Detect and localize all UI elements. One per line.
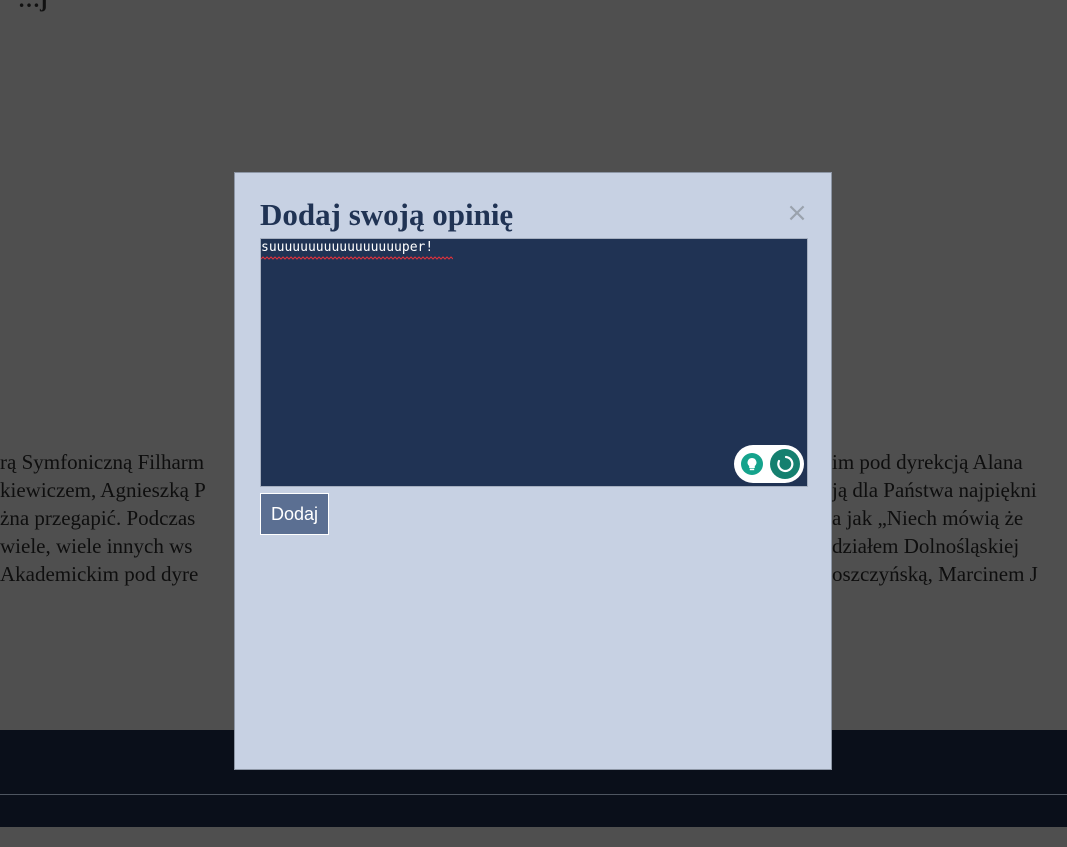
- article-line-right-1: im pod dyrekcją Alana: [832, 450, 1023, 474]
- article-line-left-1: rą Symfoniczną Filharm: [0, 450, 205, 474]
- footer-divider: [0, 794, 1067, 795]
- modal-title: Dodaj swoją opinię: [260, 197, 514, 232]
- page-background: …j rą Symfoniczną Filharm kiewiczem, Agn…: [0, 0, 1067, 847]
- article-line-right-2: ją dla Państwa najpiękni: [832, 478, 1037, 502]
- opinion-textarea[interactable]: [260, 238, 808, 487]
- article-line-right-5: oszczyńską, Marcinem J: [832, 562, 1038, 586]
- add-opinion-modal: Dodaj swoją opinię × suuuuuuuuuuuuuuuuup…: [234, 172, 832, 770]
- lightbulb-icon[interactable]: [741, 453, 763, 475]
- article-line-left-2: kiewiczem, Agnieszką P: [0, 478, 206, 502]
- article-line-left-4: wiele, wiele innych ws: [0, 534, 193, 558]
- add-opinion-button[interactable]: Dodaj: [260, 493, 329, 535]
- article-line-right-4: działem Dolnośląskiej: [832, 534, 1020, 558]
- article-line-left-5: Akademickim pod dyre: [0, 562, 199, 586]
- writing-assistant-widget[interactable]: [734, 445, 804, 483]
- footer-bottom-strip: [0, 827, 1067, 847]
- background-heading: …j: [18, 0, 47, 13]
- assistant-status-icon[interactable]: [770, 449, 800, 479]
- close-icon[interactable]: ×: [785, 199, 809, 227]
- article-line-right-3: a jak „Niech mówią że: [832, 506, 1024, 530]
- article-line-left-3: żna przegapić. Podczas: [0, 506, 196, 530]
